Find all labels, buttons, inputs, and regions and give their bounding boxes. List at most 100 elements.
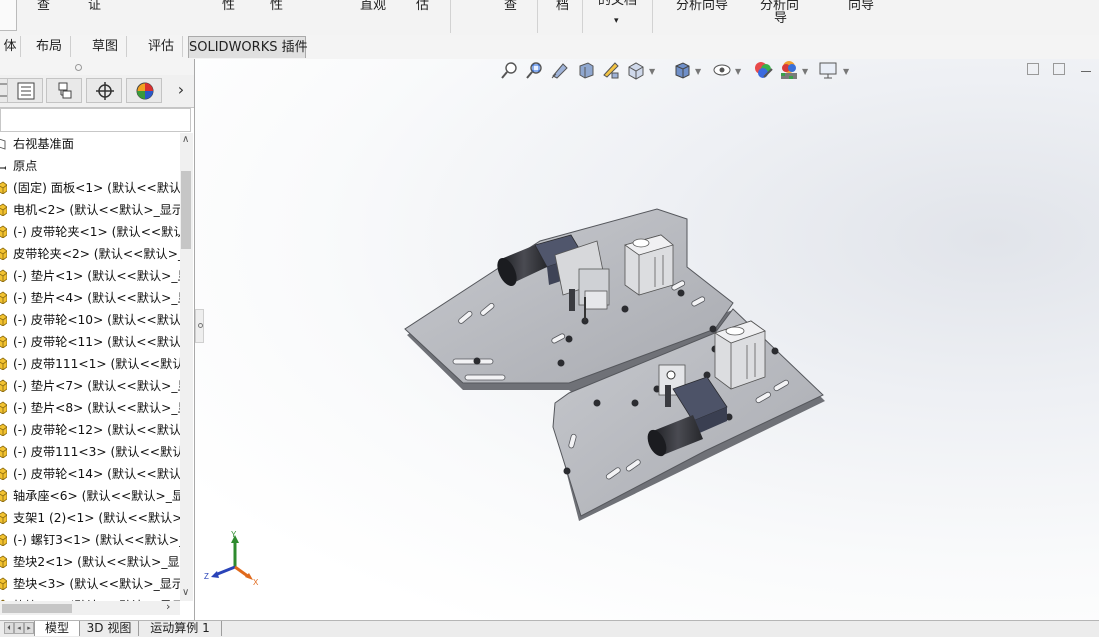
- tree-node-label: (-) 皮带轮夹<1> (默认<<默认>_显示状态 1>): [13, 225, 180, 239]
- tab-evaluate[interactable]: 评估: [140, 36, 183, 57]
- part-icon: [0, 225, 7, 238]
- part-icon: [0, 555, 7, 568]
- x-axis-label: X: [253, 578, 259, 587]
- tree-node-label: 轴承座<6> (默认<<默认>_显示状态 1>): [13, 489, 180, 503]
- ribbon-label-property-2[interactable]: 性: [270, 0, 283, 13]
- tree-node[interactable]: (-) 皮带轮<14> (默认<<默认>_显示状态 1>): [0, 463, 180, 485]
- ribbon-label-check[interactable]: 查: [37, 0, 50, 13]
- prev-tab-icon[interactable]: ◂: [14, 622, 24, 634]
- chevron-right-icon[interactable]: ›: [172, 79, 190, 101]
- command-manager-ribbon: 查 证 性 性 直观 估 查 档 的文档 ▾ 分析向导 分析向 导 向导: [0, 0, 1099, 36]
- tree-node-label: (-) 皮带轮<10> (默认<<默认>_显示状态 1>): [13, 313, 180, 327]
- tree-vertical-scrollbar[interactable]: ∧ ∨: [180, 133, 193, 601]
- tab-layout[interactable]: 布局: [28, 36, 71, 57]
- ribbon-label-wizard-tail[interactable]: 导: [774, 12, 787, 26]
- part-icon: [0, 489, 7, 502]
- tree-node[interactable]: (-) 皮带轮<10> (默认<<默认>_显示状态 1>): [0, 309, 180, 331]
- part-icon: [0, 313, 7, 326]
- part-icon: [0, 577, 7, 590]
- tab-motion-study-1[interactable]: 运动算例 1: [138, 621, 222, 636]
- tree-node[interactable]: (固定) 面板<1> (默认<<默认>_显示状态 1>): [0, 177, 180, 199]
- tab-3d-view[interactable]: 3D 视图: [79, 621, 139, 636]
- tree-node[interactable]: 垫块2<1> (默认<<默认>_显示状态 1>): [0, 551, 180, 573]
- ribbon-label-intuitive[interactable]: 直观: [360, 0, 386, 13]
- part-icon: [0, 269, 7, 282]
- part-icon: [0, 511, 7, 524]
- tree-node[interactable]: (-) 垫片<1> (默认<<默认>_显示状态 1>): [0, 265, 180, 287]
- tree-node-label: 垫块2<1> (默认<<默认>_显示状态 1>): [13, 555, 180, 569]
- tab-body[interactable]: 体: [0, 36, 21, 57]
- tree-node[interactable]: (-) 垫片<8> (默认<<默认>_显示状态 1>): [0, 397, 180, 419]
- tree-node-label: 支架1 (2)<1> (默认<<默认>_显示状态 1>): [13, 511, 180, 525]
- reference-triad: Y Z X: [204, 531, 259, 587]
- ribbon-label-document[interactable]: 的文档: [598, 0, 637, 8]
- next-tab-icon[interactable]: ▸: [24, 622, 34, 634]
- graphics-area[interactable]: ▼ ▼ ▼ ▼ ▼ Y Z X: [195, 59, 1099, 620]
- tree-node-label: (固定) 面板<1> (默认<<默认>_显示状态 1>): [13, 181, 180, 195]
- tab-solidworks-addins[interactable]: SOLIDWORKS 插件: [188, 36, 308, 58]
- part-icon: [0, 181, 7, 194]
- z-axis-label: Z: [204, 572, 209, 581]
- dimxpert-icon[interactable]: [86, 78, 122, 103]
- tree-node[interactable]: (-) 皮带轮<12> (默认<<默认>_显示状态 1>): [0, 419, 180, 441]
- tab-sketch[interactable]: 草图: [84, 36, 127, 57]
- ribbon-left-edge: [0, 0, 17, 31]
- feature-manager-panel: › 右视基准面原点 (固定) 面板<1> (默认<<默认>_显示状态 1>) 电机<…: [0, 59, 195, 620]
- scroll-down-icon[interactable]: ∨: [182, 587, 189, 598]
- z-axis-line: [214, 565, 236, 577]
- tree-node-label: (-) 皮带111<1> (默认<<默认>_显示状态 1>): [13, 357, 180, 371]
- tree-node-label: (-) 垫片<1> (默认<<默认>_显示状态 1>): [13, 269, 180, 283]
- part-icon: [0, 445, 7, 458]
- assembly-model[interactable]: [195, 59, 1099, 620]
- feature-tree: 右视基准面原点 (固定) 面板<1> (默认<<默认>_显示状态 1>) 电机<2>…: [0, 133, 180, 601]
- tab-model[interactable]: 模型: [34, 621, 80, 636]
- tree-node[interactable]: (-) 皮带轮夹<1> (默认<<默认>_显示状态 1>): [0, 221, 180, 243]
- tree-node-label: 皮带轮夹<2> (默认<<默认>_显示状态 1>): [13, 247, 180, 261]
- scroll-up-icon[interactable]: ∧: [182, 134, 189, 145]
- part-icon: [0, 203, 7, 216]
- tree-node[interactable]: 轴承座<6> (默认<<默认>_显示状态 1>): [0, 485, 180, 507]
- part-icon: [0, 401, 7, 414]
- origin-icon: [0, 166, 6, 170]
- feature-tree-filter-input[interactable]: [0, 108, 191, 132]
- ribbon-label-verify[interactable]: 证: [88, 0, 101, 13]
- part-icon: [0, 357, 7, 370]
- right-pulley-block: [714, 320, 766, 390]
- bottom-tab-bar: ⏴ ◂ ▸ 模型 3D 视图 运动算例 1: [0, 620, 1099, 637]
- display-manager-icon[interactable]: [126, 78, 162, 103]
- tree-node[interactable]: 皮带轮夹<2> (默认<<默认>_显示状态 1>): [0, 243, 180, 265]
- tree-node-label: (-) 皮带轮<12> (默认<<默认>_显示状态 1>): [13, 423, 180, 437]
- tree-node[interactable]: (-) 皮带111<3> (默认<<默认>_显示状态 1>): [0, 441, 180, 463]
- configuration-manager-icon[interactable]: [46, 78, 82, 103]
- tree-node[interactable]: (-) 皮带轮<11> (默认<<默认>_显示状态 1>): [0, 331, 180, 353]
- part-icon: [0, 247, 7, 260]
- ribbon-label-analysis-wizard[interactable]: 分析向导: [676, 0, 728, 13]
- tree-node[interactable]: 支架1 (2)<1> (默认<<默认>_显示状态 1>): [0, 507, 180, 529]
- property-manager-icon[interactable]: [7, 78, 43, 103]
- ribbon-label-estimate[interactable]: 估: [416, 0, 429, 13]
- ribbon-label-doc[interactable]: 档: [556, 0, 569, 13]
- tree-node-label: (-) 皮带111<3> (默认<<默认>_显示状态 1>): [13, 445, 180, 459]
- part-icon: [0, 467, 7, 480]
- tree-node-label: 垫块<3> (默认<<默认>_显示状态 1>): [13, 577, 180, 591]
- tree-node-label: (-) 垫片<8> (默认<<默认>_显示状态 1>): [13, 401, 180, 415]
- ribbon-label-property-1[interactable]: 性: [222, 0, 235, 13]
- scrollbar-thumb[interactable]: [2, 604, 72, 613]
- tree-node[interactable]: (-) 皮带111<1> (默认<<默认>_显示状态 1>): [0, 353, 180, 375]
- tree-node[interactable]: 电机<2> (默认<<默认>_显示状态 1>): [0, 199, 180, 221]
- tree-node[interactable]: (-) 螺钉3<1> (默认<<默认>_显示状态 1>): [0, 529, 180, 551]
- tree-node[interactable]: 右视基准面: [0, 133, 180, 155]
- panel-grip[interactable]: [0, 59, 194, 75]
- tree-horizontal-scrollbar[interactable]: ›: [0, 600, 180, 615]
- scrollbar-thumb[interactable]: [181, 171, 191, 249]
- tree-node[interactable]: (-) 垫片<7> (默认<<默认>_显示状态 1>): [0, 375, 180, 397]
- scroll-right-icon[interactable]: ›: [166, 600, 170, 613]
- tree-node[interactable]: (-) 垫片<4> (默认<<默认>_显示状态 1>): [0, 287, 180, 309]
- first-tab-icon[interactable]: ⏴: [4, 622, 14, 634]
- tree-node[interactable]: 垫块<3> (默认<<默认>_显示状态 1>): [0, 573, 180, 595]
- ribbon-label-check-2[interactable]: 查: [504, 0, 517, 13]
- ribbon-label-wizard[interactable]: 向导: [848, 0, 874, 13]
- tree-node[interactable]: 原点: [0, 155, 180, 177]
- part-icon: [0, 379, 7, 392]
- chevron-down-icon[interactable]: ▾: [614, 14, 619, 28]
